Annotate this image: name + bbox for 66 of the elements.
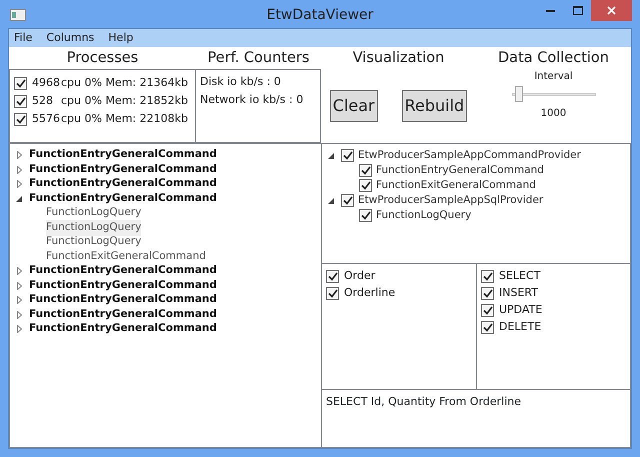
checkbox[interactable] bbox=[14, 112, 27, 126]
checkbox[interactable] bbox=[341, 194, 354, 207]
process-info: cpu 0% Mem: 21364kb bbox=[61, 74, 188, 91]
minimize-icon bbox=[546, 9, 555, 12]
tree-item[interactable]: FunctionExitGeneralCommand bbox=[46, 248, 206, 265]
section-title: Visualization bbox=[352, 49, 446, 68]
checkbox[interactable] bbox=[481, 304, 494, 317]
provider-label: EtwProducerSampleAppCommandProvider bbox=[358, 148, 581, 163]
checkbox[interactable] bbox=[326, 270, 339, 283]
checkbox-label: UPDATE bbox=[499, 302, 542, 318]
menu-item[interactable]: File bbox=[14, 30, 32, 46]
tree-item[interactable]: FunctionLogQuery bbox=[46, 220, 142, 236]
checkbox-label: Order bbox=[344, 268, 376, 284]
process-info: cpu 0% Mem: 21852kb bbox=[61, 92, 188, 109]
tree-node[interactable]: FunctionEntryGeneralCommand bbox=[29, 306, 217, 323]
section-title: Perf. Counters bbox=[206, 49, 310, 68]
tree-node[interactable]: FunctionEntryGeneralCommand bbox=[29, 190, 217, 207]
checkbox[interactable] bbox=[481, 287, 494, 300]
checkbox-label: SELECT bbox=[499, 268, 540, 284]
close-button[interactable] bbox=[591, 0, 632, 21]
checkbox-label: INSERT bbox=[499, 285, 538, 302]
checkbox[interactable] bbox=[481, 321, 494, 334]
interval-label: Interval bbox=[534, 70, 573, 84]
checkbox-label: Orderline bbox=[344, 285, 396, 302]
event-label: FunctionExitGeneralCommand bbox=[376, 178, 536, 193]
checkbox[interactable] bbox=[359, 179, 372, 192]
checkbox[interactable] bbox=[326, 287, 339, 300]
process-id: 528 bbox=[32, 92, 54, 109]
interval-slider[interactable] bbox=[512, 86, 596, 102]
tree-node[interactable]: FunctionEntryGeneralCommand bbox=[29, 278, 217, 294]
maximize-icon bbox=[572, 6, 582, 15]
event-label: FunctionEntryGeneralCommand bbox=[376, 162, 544, 178]
counter-text: Network io kb/s : 0 bbox=[200, 92, 304, 108]
checkbox[interactable] bbox=[359, 209, 372, 222]
tree-node[interactable]: FunctionEntryGeneralCommand bbox=[29, 321, 217, 338]
event-label: FunctionLogQuery bbox=[376, 208, 472, 223]
close-icon bbox=[607, 6, 616, 15]
checkbox-label: DELETE bbox=[499, 319, 542, 336]
menu-item[interactable]: Columns bbox=[46, 30, 94, 46]
expander-icon[interactable] bbox=[14, 196, 24, 202]
checkbox[interactable] bbox=[359, 164, 372, 177]
tree-node[interactable]: FunctionEntryGeneralCommand bbox=[29, 147, 217, 164]
checkbox[interactable] bbox=[341, 149, 354, 162]
tree-node[interactable]: FunctionEntryGeneralCommand bbox=[29, 176, 217, 192]
tree-node[interactable]: FunctionEntryGeneralCommand bbox=[29, 263, 217, 280]
provider-label: EtwProducerSampleAppSqlProvider bbox=[358, 192, 544, 208]
tree-node[interactable]: FunctionEntryGeneralCommand bbox=[29, 162, 217, 178]
checkbox[interactable] bbox=[481, 270, 494, 283]
visualization-button[interactable]: Rebuild bbox=[402, 90, 468, 122]
tree-item[interactable]: FunctionLogQuery bbox=[46, 234, 142, 250]
window-title: EtwDataViewer bbox=[266, 6, 374, 25]
tree-node[interactable]: FunctionEntryGeneralCommand bbox=[29, 292, 217, 308]
menu-item[interactable]: Help bbox=[108, 30, 134, 46]
counter-text: Disk io kb/s : 0 bbox=[200, 74, 282, 90]
app-icon bbox=[10, 9, 26, 21]
expander-icon[interactable] bbox=[326, 198, 336, 204]
process-info: cpu 0% Mem: 22108kb bbox=[61, 110, 188, 127]
query-text: SELECT Id, Quantity From Orderline bbox=[321, 390, 631, 448]
checkbox[interactable] bbox=[14, 76, 27, 90]
checkbox[interactable] bbox=[14, 94, 27, 108]
visualization-button[interactable]: Clear bbox=[330, 90, 378, 122]
interval-value: 1000 bbox=[540, 107, 566, 121]
section-title: Data Collection bbox=[497, 49, 610, 68]
expander-icon[interactable] bbox=[326, 152, 336, 158]
section-title: Processes bbox=[66, 49, 140, 68]
tree-item[interactable]: FunctionLogQuery bbox=[46, 205, 142, 222]
